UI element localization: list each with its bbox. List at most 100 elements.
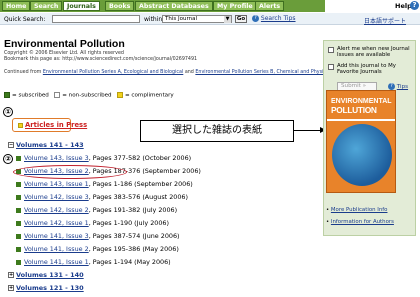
subscribed-square-icon [16, 233, 21, 239]
issue-link[interactable]: Volume 142, Issue 3 [24, 193, 89, 201]
callout-arrow-line [294, 130, 321, 131]
subscribed-square-icon [16, 220, 21, 226]
issue-detail: , Pages 1-186 (September 2006) [88, 180, 193, 188]
complimentary-square-icon [18, 122, 23, 128]
globe-icon [332, 124, 392, 186]
issue-detail: , Pages 191-382 (July 2006) [88, 206, 178, 214]
issue-row[interactable]: Volume 143, Issue 1, Pages 1-186 (Septem… [16, 180, 193, 188]
continued-from: Continued from Environmental Pollution S… [4, 70, 334, 76]
issue-detail: , Pages 377-582 (October 2006) [88, 154, 192, 162]
expand-icon[interactable]: + [8, 285, 14, 291]
issue-row[interactable]: Volume 142, Issue 1, Pages 1-190 (July 2… [16, 219, 169, 227]
volume-group-label[interactable]: Volumes 131 - 140 [16, 271, 84, 279]
within-select[interactable]: This Journal ▼ [162, 15, 232, 23]
bookmark-text: Bookmark this page as: http://www.scienc… [4, 57, 198, 62]
issue-detail: , Pages 383-576 (August 2006) [88, 193, 188, 201]
tab-alerts[interactable]: Alerts [255, 1, 285, 11]
issue-link[interactable]: Volume 141, Issue 3 [24, 232, 89, 240]
subscribed-square-icon [16, 194, 21, 200]
cover-callout: 選択した雑誌の表紙 [140, 120, 294, 142]
add-favorite-checkbox[interactable] [328, 64, 334, 70]
annotation-badge-2: ② [3, 154, 13, 164]
issue-detail: , Pages 195-386 (May 2006) [88, 245, 179, 253]
alert-new-issues-label: Alert me when new Journal Issues are ava… [337, 46, 410, 59]
issue-detail: , Pages 1-194 (May 2006) [88, 258, 171, 266]
subscribed-square-icon [16, 259, 21, 265]
within-select-value: This Journal [165, 16, 198, 22]
cover-title-line2: POLLUTION [331, 105, 377, 115]
journal-title: Environmental Pollution [4, 38, 125, 50]
legend-subscribed: = subscribed [12, 92, 49, 99]
copyright-block: Copyright © 2006 Elsevier Ltd. All right… [4, 51, 197, 63]
annotation-badge-1: ① [3, 107, 13, 117]
subscribed-square-icon [16, 155, 21, 161]
legend-non-subscribed: = non-subscribed [62, 92, 112, 99]
series-b-link[interactable]: Environmental Pollution Series B, Chemic… [195, 70, 330, 75]
help-icon[interactable]: ? [410, 1, 419, 10]
continued-and: and [183, 70, 196, 75]
complimentary-square-icon [116, 92, 123, 98]
issue-detail: , Pages 1-190 (July 2006) [88, 219, 169, 227]
issue-link[interactable]: Volume 142, Issue 2 [24, 206, 89, 214]
subscribed-square-icon [4, 92, 10, 98]
information-for-authors-link[interactable]: Information for Authors [331, 219, 394, 225]
search-tips-link[interactable]: ? Search Tips [252, 15, 296, 22]
tab-books[interactable]: Books [105, 1, 135, 11]
chevron-down-icon: ▼ [224, 16, 231, 23]
volume-group-131-140[interactable]: + Volumes 131 - 140 [8, 271, 84, 279]
issue-row[interactable]: Volume 141, Issue 2, Pages 195-386 (May … [16, 245, 179, 253]
japanese-support-link[interactable]: 日本語サポート [364, 16, 406, 25]
tab-home[interactable]: Home [2, 1, 31, 11]
issue-row[interactable]: Volume 141, Issue 1, Pages 1-194 (May 20… [16, 258, 171, 266]
collapse-icon[interactable]: − [8, 142, 14, 148]
series-a-link[interactable]: Environmental Pollution Series A, Ecolog… [43, 70, 183, 75]
issue-link[interactable]: Volume 143, Issue 3 [24, 154, 89, 162]
tab-search[interactable]: Search [30, 1, 63, 11]
subscribed-square-icon [16, 207, 21, 213]
volume-group-label[interactable]: Volumes 121 - 130 [16, 284, 84, 292]
alert-new-issues-checkbox[interactable] [328, 47, 334, 53]
subscribed-square-icon [16, 181, 21, 187]
issue-link[interactable]: Volume 141, Issue 2 [24, 245, 89, 253]
more-publication-info[interactable]: • More Publication Info [326, 207, 387, 213]
issue-link[interactable]: Volume 143, Issue 1 [24, 180, 89, 188]
quick-search-bar: Quick Search: within This Journal ▼ Go ?… [0, 13, 420, 25]
articles-in-press-link[interactable]: Articles in Press [25, 121, 87, 129]
non-subscribed-square-icon [54, 92, 61, 98]
top-nav-bar: Home Search Journals Books Abstract Data… [0, 0, 420, 12]
subscribed-square-icon [16, 246, 21, 252]
continued-prefix: Continued from [4, 70, 43, 75]
issue-row[interactable]: Volume 141, Issue 3, Pages 387-574 (June… [16, 232, 180, 240]
go-button[interactable]: Go [235, 15, 247, 23]
question-icon: ? [252, 15, 259, 22]
question-icon: ? [388, 83, 395, 90]
expand-icon[interactable]: + [8, 272, 14, 278]
access-legend: = subscribed = non-subscribed = complime… [4, 92, 174, 99]
volume-group-121-130[interactable]: + Volumes 121 - 130 [8, 284, 84, 292]
issue-row[interactable]: Volume 142, Issue 2, Pages 191-382 (July… [16, 206, 177, 214]
tab-abstract-databases[interactable]: Abstract Databases [135, 1, 213, 11]
issue-row[interactable]: Volume 142, Issue 3, Pages 383-576 (Augu… [16, 193, 188, 201]
cover-divider [327, 119, 395, 121]
cover-title-line1: ENVIRONMENTAL [331, 98, 392, 105]
volume-group-label[interactable]: Volumes 141 - 143 [16, 141, 84, 149]
search-tips-label[interactable]: Search Tips [261, 15, 296, 22]
information-for-authors[interactable]: • Information for Authors [326, 219, 394, 225]
tab-journals[interactable]: Journals [63, 1, 100, 11]
issue-detail: , Pages 387-574 (June 2006) [88, 232, 180, 240]
quick-search-input[interactable] [52, 15, 140, 23]
sidebar-tips[interactable]: ? Tips [388, 83, 408, 90]
add-favorite-label: Add this journal to My Favorite Journals [337, 63, 396, 76]
tab-my-profile[interactable]: My Profile [213, 1, 257, 11]
quick-search-label: Quick Search: [4, 16, 46, 23]
articles-in-press[interactable]: Articles in Press [18, 121, 87, 129]
more-publication-info-link[interactable]: More Publication Info [331, 207, 388, 213]
sidebar-tips-link[interactable]: Tips [397, 84, 408, 90]
journal-cover-image[interactable]: ENVIRONMENTAL POLLUTION [326, 90, 396, 193]
issue-row[interactable]: Volume 143, Issue 3, Pages 377-582 (Octo… [16, 154, 191, 162]
volume-group-141-143[interactable]: − Volumes 141 - 143 [8, 141, 84, 149]
legend-complimentary: = complimentary [124, 92, 174, 99]
within-label: within [144, 16, 163, 23]
issue-link[interactable]: Volume 142, Issue 1 [24, 219, 89, 227]
issue-link[interactable]: Volume 141, Issue 1 [24, 258, 89, 266]
